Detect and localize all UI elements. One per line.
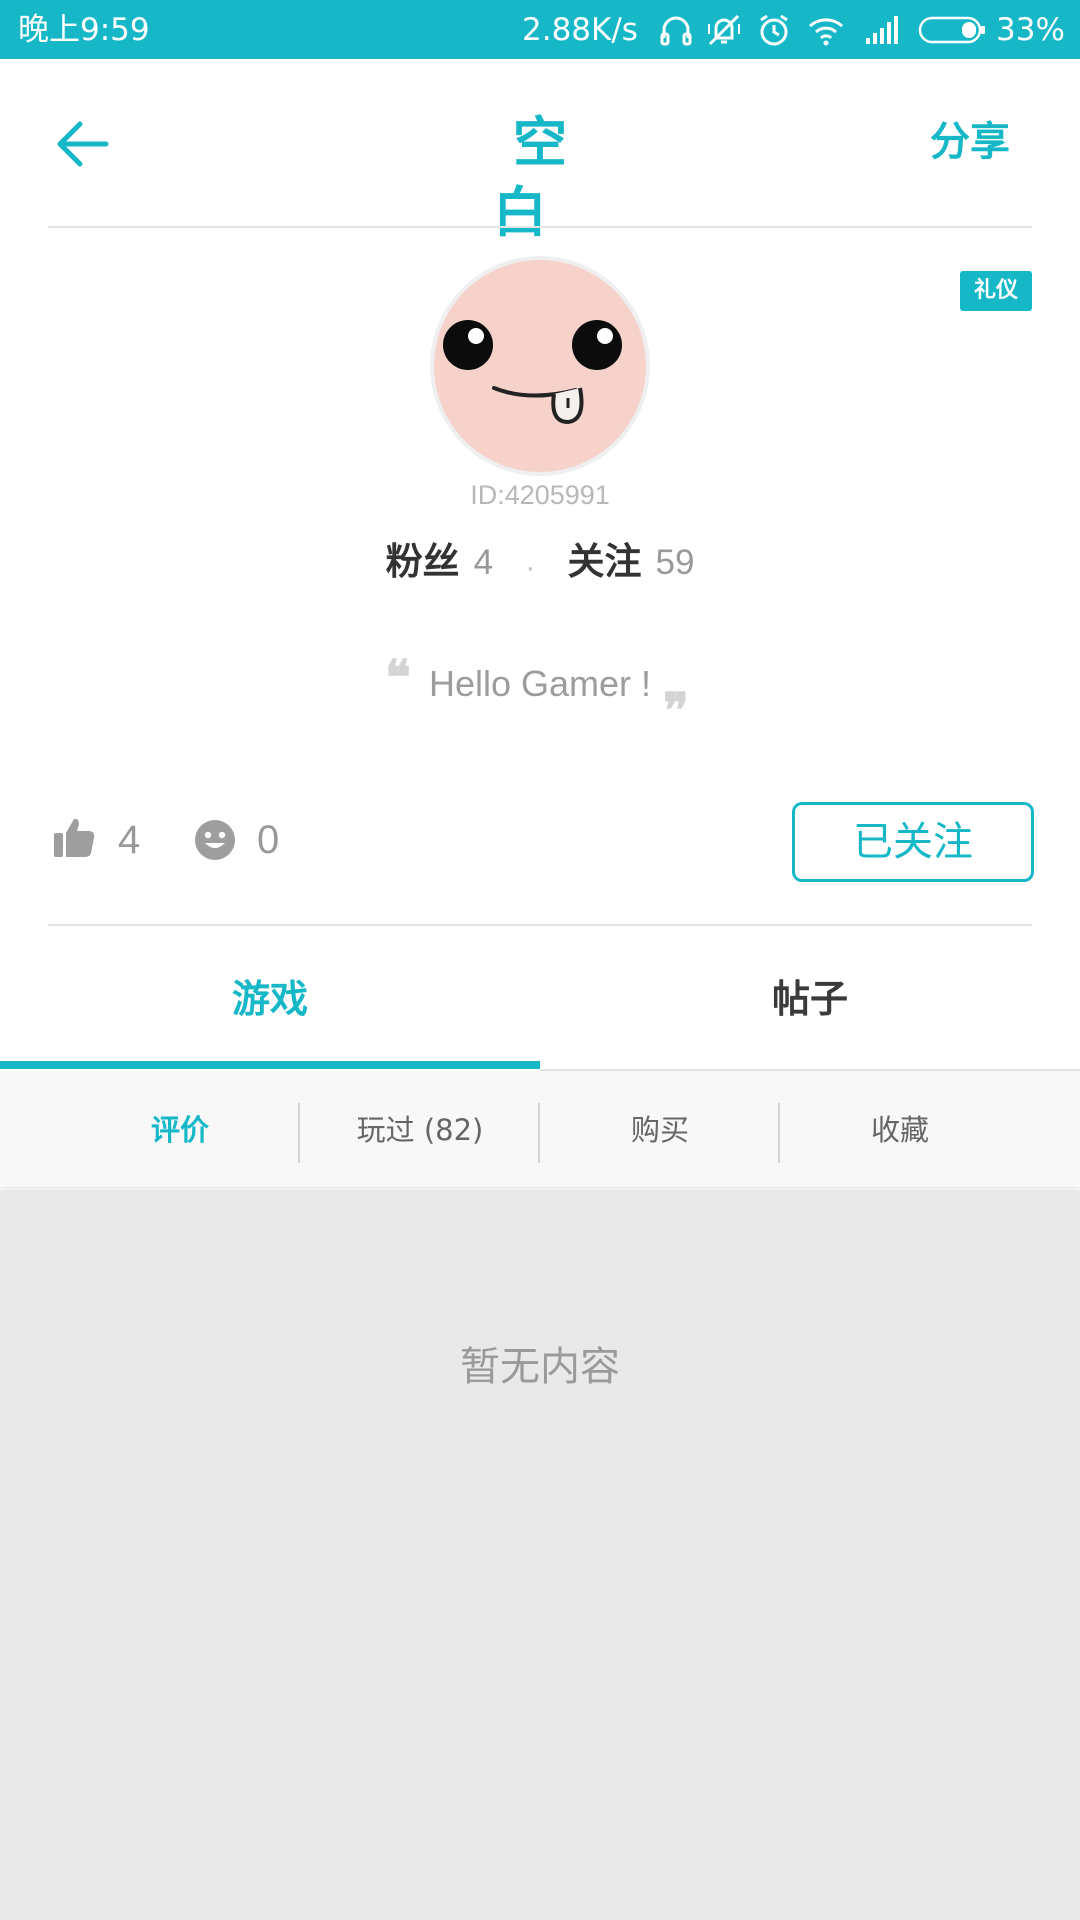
following-label: 关注 [567, 540, 642, 583]
following-count: 59 [655, 543, 695, 582]
status-time: 晚上9:59 [18, 12, 150, 48]
actions-divider [48, 924, 1032, 926]
fans-count: 4 [473, 543, 494, 582]
battery-percent: 33% [996, 12, 1065, 48]
share-button[interactable]: 分享 [930, 112, 1010, 172]
smile-count: 0 [257, 818, 280, 862]
status-net-speed: 2.88K/s [522, 12, 638, 48]
content-area [0, 1190, 1080, 1920]
avatar[interactable] [434, 260, 646, 472]
thumbs-up-icon[interactable] [52, 815, 96, 859]
wifi-icon [809, 18, 843, 46]
headphones-icon [660, 16, 692, 46]
following-link[interactable]: 关注 59 [562, 540, 694, 583]
follow-stats: 粉丝 4 · 关注 59 [300, 534, 780, 598]
user-id: ID:4205991 [470, 480, 610, 510]
user-signature: Hello Gamer ! [428, 663, 652, 704]
subtab-reviews[interactable]: 评价 [60, 1100, 300, 1160]
header-divider [48, 226, 1032, 228]
avatar-face-icon [443, 320, 622, 425]
quote-open-icon: ❝ [385, 650, 411, 706]
back-arrow-icon[interactable] [52, 112, 116, 176]
signal-icon [866, 16, 898, 44]
subtab-favorites[interactable]: 收藏 [780, 1100, 1020, 1160]
fans-label: 粉丝 [385, 540, 460, 583]
title-badge[interactable]: 礼仪 [960, 271, 1032, 311]
tab-indicator [0, 1061, 540, 1069]
like-count: 4 [118, 818, 141, 862]
stat-separator: · [526, 554, 535, 585]
subtab-purchased[interactable]: 购买 [540, 1100, 780, 1160]
smile-icon[interactable] [194, 819, 236, 861]
vibrate-mute-icon [708, 14, 740, 46]
fans-link[interactable]: 粉丝 4 [386, 540, 499, 583]
status-bar: 晚上9:59 2.88K/s 33% [0, 0, 1080, 59]
follow-button[interactable]: 已关注 [792, 802, 1034, 882]
battery-icon [918, 16, 985, 44]
alarm-icon [760, 14, 788, 46]
tab-games[interactable]: 游戏 [0, 964, 540, 1034]
subtab-played[interactable]: 玩过 (82) [300, 1100, 540, 1160]
empty-state-text: 暂无内容 [460, 1344, 620, 1390]
quote-close-icon: ❞ [663, 683, 689, 739]
tab-posts[interactable]: 帖子 [540, 964, 1080, 1034]
